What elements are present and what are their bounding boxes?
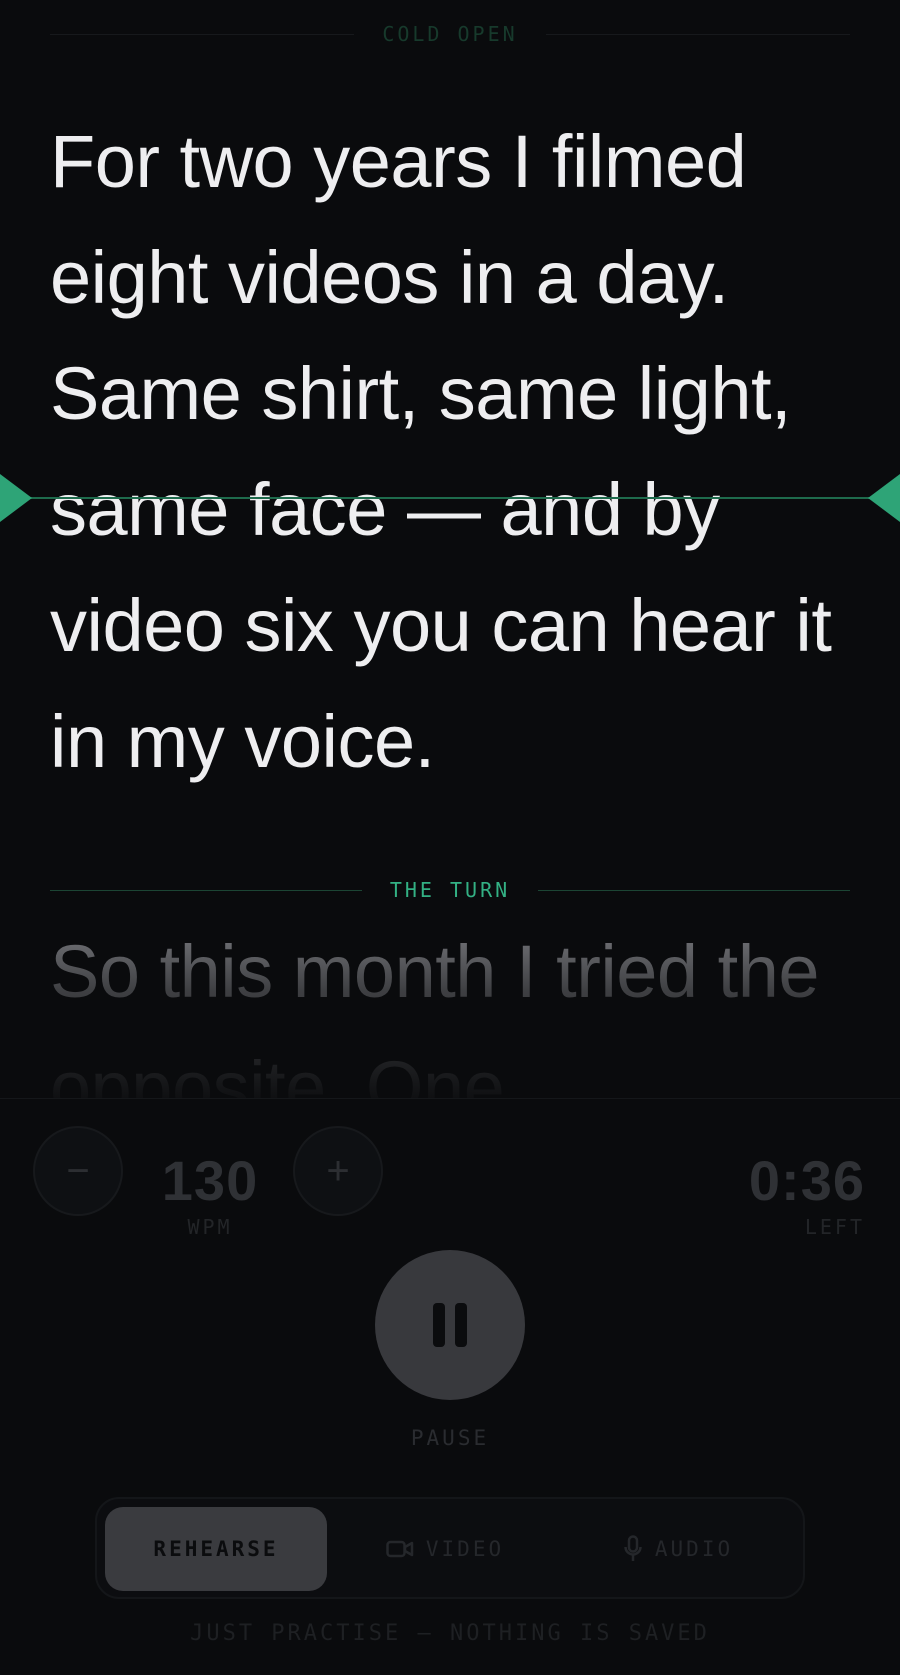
reading-guide-line (0, 497, 900, 499)
mode-label: AUDIO (654, 1537, 734, 1561)
mode-switch: REHEARSE VIDEO AUDIO (95, 1497, 805, 1599)
time-remaining-label: LEFT (804, 1215, 865, 1239)
mode-rehearse-button[interactable]: REHEARSE (105, 1507, 327, 1591)
speed-unit: WPM (187, 1215, 233, 1239)
current-paragraph: For two years I filmed eight videos in a… (50, 120, 832, 783)
teleprompter-script[interactable]: COLD OPEN For two years I filmed eight v… (0, 0, 900, 1100)
mode-label: REHEARSE (153, 1537, 279, 1561)
decrease-speed-button[interactable]: − (33, 1126, 123, 1216)
section-label: THE TURN (389, 878, 511, 902)
mode-video-button[interactable]: VIDEO (335, 1507, 555, 1591)
divider-rule (538, 889, 851, 891)
section-divider-the-turn: THE TURN (50, 878, 851, 902)
footnote: JUST PRACTISE — NOTHING IS SAVED (190, 1621, 710, 1646)
time-remaining: 0:36 (748, 1149, 865, 1212)
play-pause-button[interactable] (375, 1250, 525, 1400)
plus-icon: + (326, 1148, 350, 1193)
minus-icon: − (66, 1148, 90, 1193)
control-panel: − 130 WPM + 0:36 LEFT PAUSE REHEARSE VID… (0, 1098, 900, 1675)
divider-rule (50, 33, 355, 35)
microphone-icon (623, 1535, 643, 1563)
play-pause-label: PAUSE (410, 1426, 490, 1450)
section-label: COLD OPEN (382, 22, 518, 46)
next-paragraph: So this month I tried the opposite. One (50, 930, 820, 1100)
divider-rule (50, 889, 362, 891)
video-camera-icon (386, 1539, 414, 1559)
pause-icon (428, 1303, 472, 1347)
reading-marker-left-icon (0, 474, 32, 522)
section-divider-cold-open: COLD OPEN (50, 22, 850, 46)
increase-speed-button[interactable]: + (293, 1126, 383, 1216)
mode-label: VIDEO (425, 1537, 505, 1561)
mode-audio-button[interactable]: AUDIO (563, 1507, 793, 1591)
speed-value: 130 (161, 1149, 259, 1212)
divider-rule (545, 33, 850, 35)
reading-marker-right-icon (868, 474, 900, 522)
